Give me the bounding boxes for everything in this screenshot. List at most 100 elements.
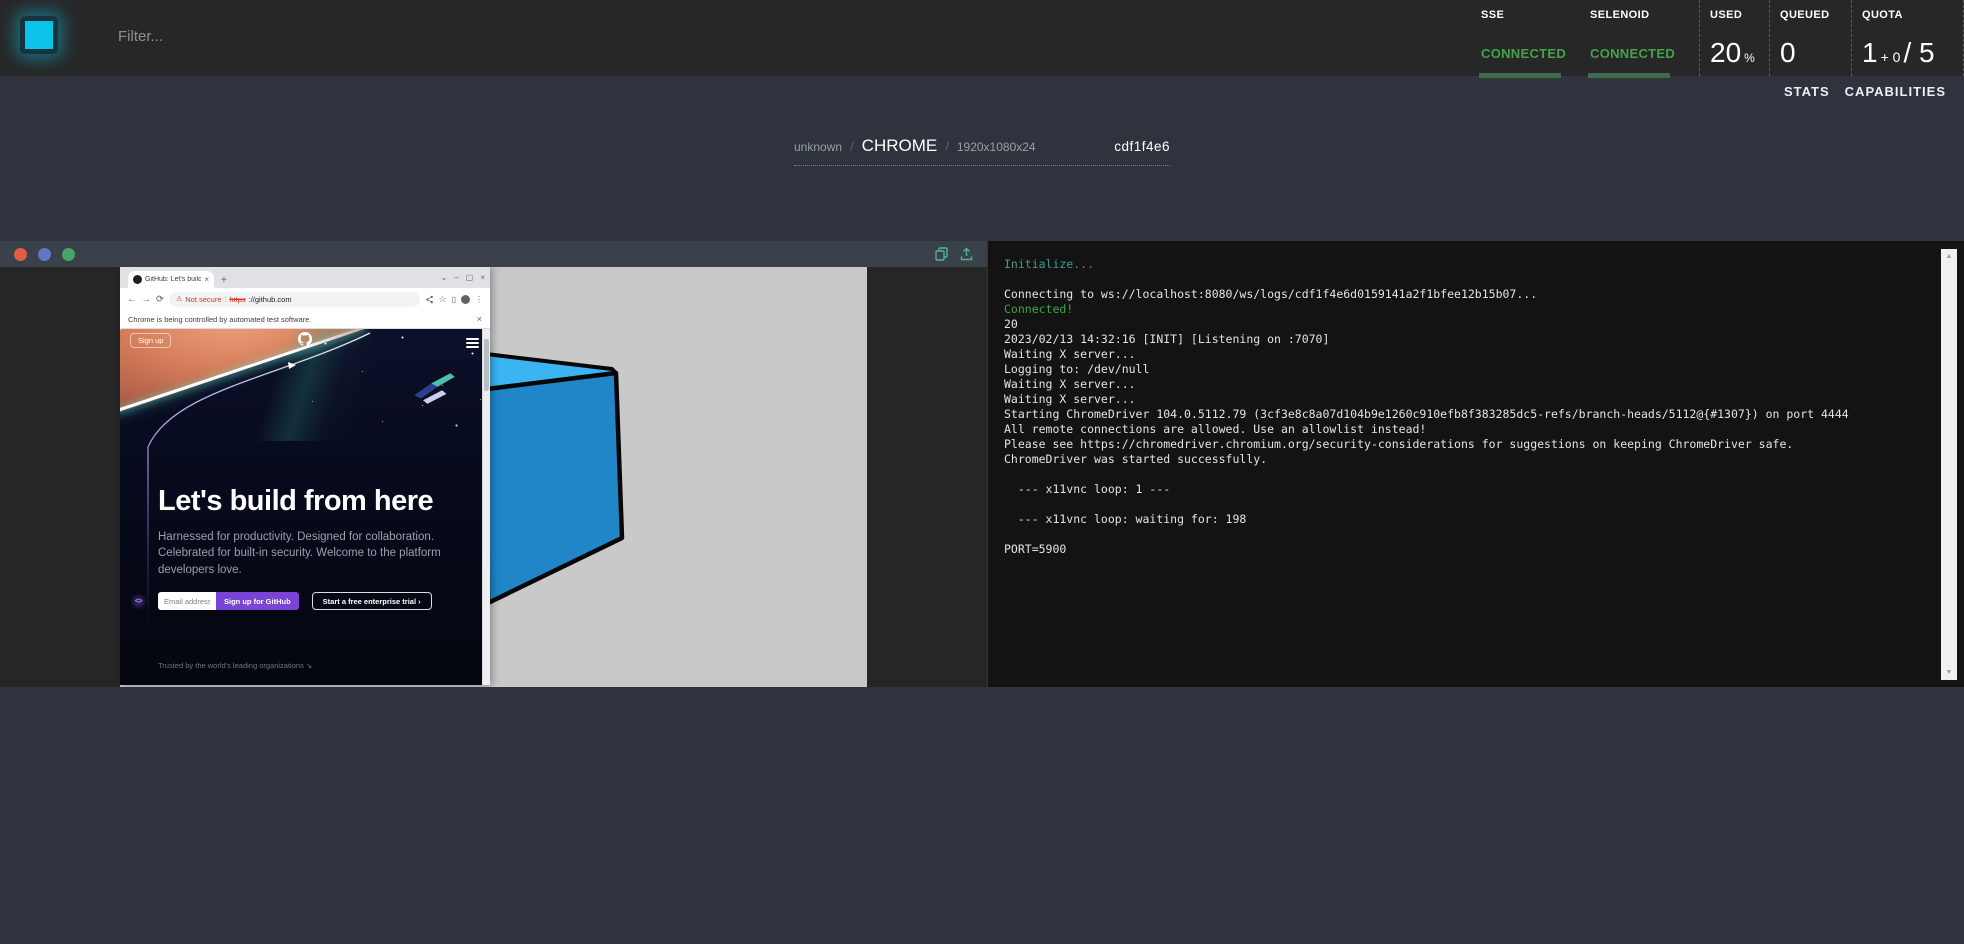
reload-icon[interactable]: ⟳: [156, 294, 164, 305]
log-scrollbar[interactable]: ▲ ▼: [1941, 249, 1957, 680]
profile-avatar-icon[interactable]: [461, 295, 470, 304]
maximize-icon[interactable]: ▢: [466, 273, 474, 282]
quota-value: 1+ 0/ 5: [1862, 39, 1935, 67]
traffic-light-red-icon: [14, 248, 27, 261]
log-line: Starting ChromeDriver 104.0.5112.79 (3cf…: [1004, 407, 1928, 422]
queued-value: 0: [1780, 39, 1796, 67]
github-signup-button[interactable]: Sign up: [130, 333, 171, 348]
new-tab-icon[interactable]: +: [221, 275, 227, 286]
log-line: --- x11vnc loop: 1 ---: [1004, 482, 1928, 497]
copy-icon[interactable]: [935, 247, 948, 261]
share-icon[interactable]: [425, 295, 434, 304]
sse-label: SSE: [1481, 9, 1580, 21]
selenoid-ui-app: SSE CONNECTED SELENOID CONNECTED USED 20…: [0, 0, 1964, 944]
back-icon[interactable]: ←: [127, 294, 137, 305]
tab-stats[interactable]: STATS: [1784, 84, 1830, 99]
url-scheme: https: [229, 295, 245, 304]
enterprise-trial-button[interactable]: Start a free enterprise trial ›: [312, 592, 432, 610]
log-line: [1004, 527, 1928, 542]
used-stat: USED 20%: [1699, 0, 1769, 76]
address-bar[interactable]: ⚠ Not secure | https ://github.com: [169, 292, 420, 307]
cube-3d: [484, 351, 634, 611]
browser-tabstrip: GitHub: Let's build from h... × + ⌄ – ▢ …: [120, 267, 490, 288]
quota-max: / 5: [1903, 37, 1934, 68]
session-resolution: 1920x1080x24: [957, 140, 1036, 154]
log-line: [1004, 272, 1928, 287]
trusted-by-note: Trusted by the world's leading organizat…: [158, 661, 312, 670]
open-vnc-icon[interactable]: [960, 247, 973, 261]
vnc-screen: GitHub: Let's build from h... × + ⌄ – ▢ …: [0, 267, 987, 687]
traffic-light-green-icon: [62, 248, 75, 261]
log-line: PORT=5900: [1004, 542, 1928, 557]
tab-close-icon[interactable]: ×: [204, 275, 209, 284]
log-line: Waiting X server...: [1004, 392, 1928, 407]
infobar-close-icon[interactable]: ×: [477, 314, 482, 324]
vnc-titlebar: [0, 241, 987, 267]
selenoid-label: SELENOID: [1590, 9, 1699, 21]
infobar-text: Chrome is being controlled by automated …: [128, 315, 311, 324]
forward-icon[interactable]: →: [142, 294, 152, 305]
url-divider: |: [225, 296, 227, 303]
github-heading: Let's build from here: [158, 487, 433, 516]
automation-infobar: Chrome is being controlled by automated …: [120, 310, 490, 329]
quota-current: 1: [1862, 37, 1878, 68]
sse-value: CONNECTED: [1481, 46, 1566, 61]
vnc-actions: [935, 247, 973, 261]
github-logo-icon[interactable]: [298, 332, 312, 346]
browser-scrollbar-thumb[interactable]: [484, 339, 489, 391]
tab-search-icon[interactable]: ⌄: [441, 273, 448, 282]
side-panel-icon[interactable]: ▯: [452, 295, 456, 304]
scroll-down-icon[interactable]: ▼: [1946, 669, 1953, 676]
app-logo-icon: [20, 16, 58, 54]
github-page: Sign up Let's build from here Harnessed …: [120, 329, 490, 685]
session-version: unknown: [794, 140, 842, 154]
vnc-window: GitHub: Let's build from h... × + ⌄ – ▢ …: [0, 241, 987, 687]
email-field[interactable]: [158, 592, 216, 610]
log-line: Connecting to ws://localhost:8080/ws/log…: [1004, 287, 1928, 302]
log-line: Waiting X server...: [1004, 377, 1928, 392]
selenoid-connected-underline: [1588, 73, 1670, 78]
browser-menu-icon[interactable]: ⋮: [475, 295, 483, 304]
close-window-icon[interactable]: ×: [480, 273, 485, 282]
quota-pending: + 0: [1881, 49, 1901, 65]
used-number: 20: [1710, 37, 1741, 68]
tab-capabilities[interactable]: CAPABILITIES: [1845, 84, 1946, 99]
used-unit: %: [1744, 51, 1755, 65]
github-favicon-icon: [133, 275, 142, 284]
filter-input[interactable]: [116, 20, 440, 52]
signup-for-github-button[interactable]: Sign up for GitHub: [216, 592, 299, 610]
quota-label: QUOTA: [1862, 9, 1963, 21]
browser-urlbar: ← → ⟳ ⚠ Not secure | https ://github.com: [120, 288, 490, 310]
log-line: [1004, 497, 1928, 512]
log-line: Please see https://chromedriver.chromium…: [1004, 437, 1928, 452]
status-panel: SSE CONNECTED SELENOID CONNECTED USED 20…: [1471, 0, 1964, 76]
log-line: Connected!: [1004, 302, 1928, 317]
log-line: Logging to: /dev/null: [1004, 362, 1928, 377]
scroll-up-icon[interactable]: ▲: [1946, 253, 1953, 260]
window-controls: ⌄ – ▢ ×: [441, 267, 485, 288]
log-line: Initialize...: [1004, 257, 1928, 272]
warning-icon: ⚠: [176, 295, 182, 303]
url-host: ://github.com: [249, 295, 292, 304]
vnc-canvas[interactable]: GitHub: Let's build from h... × + ⌄ – ▢ …: [120, 267, 867, 687]
top-bar: SSE CONNECTED SELENOID CONNECTED USED 20…: [0, 0, 1964, 76]
quota-stat: QUOTA 1+ 0/ 5: [1851, 0, 1964, 76]
bookmark-star-icon[interactable]: ☆: [439, 294, 447, 305]
session-id-link[interactable]: cdf1f4e6: [1114, 139, 1170, 154]
sse-status: SSE CONNECTED: [1471, 0, 1580, 76]
hamburger-menu-icon[interactable]: [466, 338, 479, 351]
log-line: Waiting X server...: [1004, 347, 1928, 362]
session-separator: /: [945, 139, 949, 154]
minimize-icon[interactable]: –: [454, 273, 458, 282]
not-secure-label: Not secure: [185, 295, 221, 304]
log-line: All remote connections are allowed. Use …: [1004, 422, 1928, 437]
tab-title: GitHub: Let's build from h...: [145, 276, 201, 283]
log-line: 20: [1004, 317, 1928, 332]
session-browser: CHROME: [862, 136, 938, 156]
used-label: USED: [1710, 9, 1769, 21]
used-value: 20%: [1710, 39, 1755, 67]
browser-scrollbar[interactable]: [482, 329, 490, 685]
session-separator: /: [850, 139, 854, 154]
browser-tab[interactable]: GitHub: Let's build from h... ×: [128, 271, 214, 288]
code-icon: <>: [130, 593, 147, 610]
